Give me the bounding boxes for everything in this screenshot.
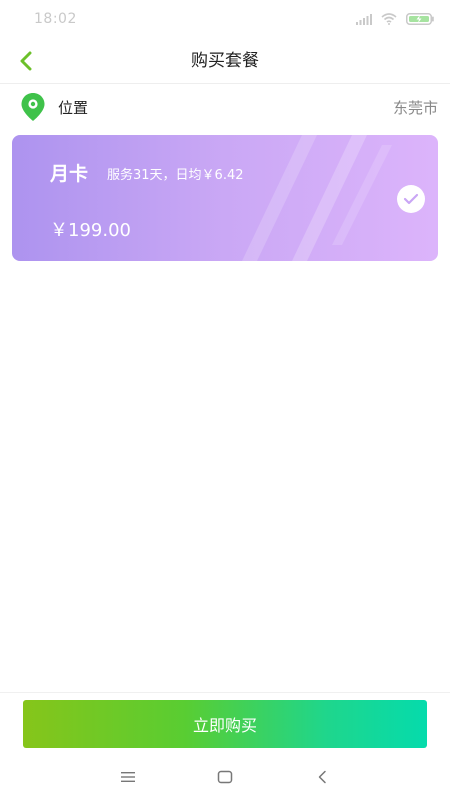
system-nav-bar xyxy=(0,754,450,800)
bottom-action-bar: 立即购买 xyxy=(0,692,450,754)
menu-icon xyxy=(121,772,136,782)
check-icon xyxy=(403,193,419,205)
system-home-button[interactable] xyxy=(205,757,245,797)
plan-description: 服务31天，日均￥6.42 xyxy=(107,168,244,183)
plan-selected-badge[interactable] xyxy=(397,185,425,213)
location-left: 位置 xyxy=(20,92,88,122)
plan-price: ￥199.00 xyxy=(50,220,131,241)
plan-card-monthly[interactable]: 月卡 服务31天，日均￥6.42 ￥199.00 xyxy=(12,135,438,261)
location-pin-icon xyxy=(21,93,45,121)
system-menu-button[interactable] xyxy=(108,757,148,797)
location-value[interactable]: 东莞市 xyxy=(393,97,438,118)
plan-name: 月卡 xyxy=(50,163,89,185)
card-decoration xyxy=(242,135,392,261)
back-icon xyxy=(318,770,326,784)
status-icons xyxy=(356,13,434,25)
nav-bar: 购买套餐 xyxy=(0,38,450,84)
system-back-button[interactable] xyxy=(302,757,342,797)
purchase-plan-screen: 18:02 购买套餐 位置 东莞市 月卡 服务31天，日均￥6.42 ￥199.… xyxy=(0,0,450,800)
back-button[interactable] xyxy=(10,45,42,77)
status-time: 18:02 xyxy=(34,11,77,27)
status-bar: 18:02 xyxy=(0,0,450,38)
buy-now-button[interactable]: 立即购买 xyxy=(23,700,427,748)
home-icon xyxy=(217,770,233,784)
battery-charging-icon xyxy=(406,13,434,25)
chevron-left-icon xyxy=(20,51,32,71)
location-row[interactable]: 位置 东莞市 xyxy=(0,84,450,130)
location-label: 位置 xyxy=(58,98,89,117)
signal-icon xyxy=(356,13,372,25)
page-title: 购买套餐 xyxy=(191,51,259,71)
wifi-icon xyxy=(381,13,397,25)
